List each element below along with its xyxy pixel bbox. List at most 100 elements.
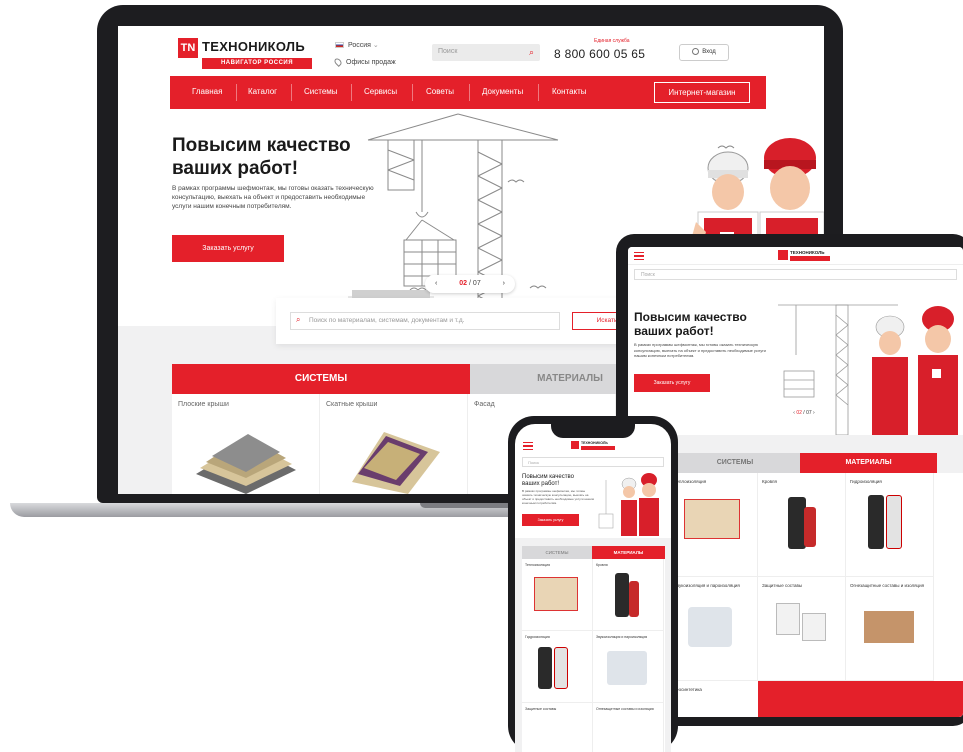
material-card[interactable]: Кровля bbox=[758, 473, 846, 577]
tablet-logo-mark[interactable] bbox=[778, 250, 788, 260]
menu-icon[interactable] bbox=[523, 442, 533, 450]
logo-mark[interactable]: TN bbox=[178, 38, 198, 58]
online-shop-button[interactable]: Интернет-магазин bbox=[654, 82, 750, 103]
region-selector[interactable]: Россия ⌄ bbox=[335, 41, 379, 49]
material-card-title: Теплоизоляция bbox=[525, 563, 550, 567]
roll-image bbox=[538, 647, 552, 689]
nav-divider bbox=[351, 84, 352, 101]
system-card[interactable]: Плоские крыши bbox=[172, 394, 320, 494]
hero-slider-pager: ‹ 02 / 07 › bbox=[425, 275, 515, 293]
user-icon bbox=[692, 47, 700, 55]
search-icon: ⌕ bbox=[296, 315, 301, 324]
roll-image bbox=[804, 507, 816, 547]
offices-link[interactable]: Офисы продаж bbox=[333, 57, 396, 67]
material-card[interactable]: Защитные составы bbox=[758, 577, 846, 681]
system-card-title: Фасад bbox=[474, 401, 495, 408]
material-card[interactable]: Защитные составы bbox=[522, 703, 593, 752]
nav-item-contacts[interactable]: Контакты bbox=[552, 87, 587, 96]
search-placeholder: Поиск bbox=[438, 48, 458, 55]
bucket-image bbox=[776, 603, 800, 635]
catalog-search-input[interactable]: ⌕ Поиск по материалам, системам, докумен… bbox=[290, 312, 560, 330]
material-card-title: Кровля bbox=[596, 563, 608, 567]
tablet-order-button[interactable]: Заказать услугу bbox=[634, 374, 710, 392]
tab-systems[interactable]: СИСТЕМЫ bbox=[172, 364, 470, 394]
arrow-left-icon[interactable]: ‹ bbox=[435, 275, 437, 293]
hero-text: В рамках программы шефмонтаж, мы готовы … bbox=[172, 185, 374, 210]
laptop-notch bbox=[420, 503, 520, 508]
tablet-tab-systems[interactable]: СИСТЕМЫ bbox=[670, 453, 800, 473]
nav-item-services[interactable]: Сервисы bbox=[364, 87, 397, 96]
header-search-input[interactable]: Поиск ⌕ bbox=[432, 44, 540, 61]
material-card[interactable]: Теплоизоляция bbox=[670, 473, 758, 577]
tablet-search-input[interactable]: Поиск bbox=[634, 269, 957, 280]
login-button[interactable]: Вход bbox=[679, 44, 729, 61]
tablet-hero-text: В рамках программы шефмонтаж, мы готовы … bbox=[634, 342, 766, 358]
slide-current: 02 bbox=[459, 280, 468, 287]
material-card-title: Кровля bbox=[762, 479, 777, 484]
bucket-image bbox=[607, 651, 647, 685]
phone-hero-title: Повысим качество ваших работ! bbox=[522, 474, 574, 487]
material-card[interactable]: Гидроизоляция bbox=[522, 631, 593, 703]
russia-flag-icon bbox=[335, 42, 344, 49]
phone-number[interactable]: 8 800 600 05 65 bbox=[554, 47, 645, 61]
tablet-slider-pager: ‹ 02 / 07 › bbox=[780, 408, 828, 419]
logo-name[interactable]: ТЕХНОНИКОЛЬ bbox=[202, 39, 305, 54]
tablet-header: ТЕХНОНИКОЛЬ bbox=[628, 247, 963, 265]
nav-divider bbox=[412, 84, 413, 101]
tablet-materials-grid: Теплоизоляция Кровля Гидроизоляция Звуко… bbox=[670, 473, 963, 717]
phone-logo-mark[interactable] bbox=[571, 441, 579, 449]
nav-item-systems[interactable]: Системы bbox=[304, 87, 338, 96]
phone-search-input[interactable]: Поиск bbox=[522, 457, 664, 467]
phone-note: Единая служба bbox=[594, 38, 630, 44]
insulation-image bbox=[534, 577, 578, 611]
tablet-site: ТЕХНОНИКОЛЬ Поиск Повысим качество ваших… bbox=[628, 247, 963, 717]
phone-logo-name[interactable]: ТЕХНОНИКОЛЬ bbox=[581, 441, 608, 445]
material-card-title: Гидроизоляция bbox=[525, 635, 550, 639]
phone-order-button[interactable]: Заказать услугу bbox=[522, 514, 579, 526]
nav-item-catalog[interactable]: Каталог bbox=[248, 87, 277, 96]
order-service-button[interactable]: Заказать услугу bbox=[172, 235, 284, 262]
roll-image bbox=[868, 495, 884, 549]
material-card[interactable]: Огнезащитные составы и изоляция bbox=[846, 577, 934, 681]
material-card[interactable]: Огнезащитные составы и изоляция bbox=[593, 703, 664, 752]
pitched-roof-image bbox=[352, 432, 440, 494]
insulation-image bbox=[684, 499, 740, 539]
material-card[interactable]: Гидроизоляция bbox=[846, 473, 934, 577]
search-icon[interactable]: ⌕ bbox=[529, 47, 534, 58]
nav-divider bbox=[236, 84, 237, 101]
roll-image bbox=[886, 495, 902, 549]
hero-title: Повысим качество ваших работ! bbox=[172, 135, 351, 179]
nav-item-documents[interactable]: Документы bbox=[482, 87, 523, 96]
phone-tab-systems[interactable]: СИСТЕМЫ bbox=[522, 546, 592, 559]
roll-image bbox=[629, 581, 639, 617]
system-card-title: Плоские крыши bbox=[178, 401, 229, 408]
material-card-title: Звукоизоляция и пароизоляция bbox=[674, 583, 740, 588]
phone-site: ТЕХНОНИКОЛЬ Поиск Повысим качество ваших… bbox=[515, 424, 671, 752]
arrow-right-icon[interactable]: › bbox=[812, 410, 815, 416]
menu-icon[interactable] bbox=[634, 252, 644, 260]
offices-label: Офисы продаж bbox=[346, 58, 396, 66]
material-card[interactable]: Кровля bbox=[593, 559, 664, 631]
material-card-title: Теплоизоляция bbox=[674, 479, 707, 484]
phone-hero-text: В рамках программы шефмонтаж, мы готовы … bbox=[522, 489, 594, 505]
nav-divider bbox=[469, 84, 470, 101]
promo-block[interactable] bbox=[758, 681, 963, 717]
arrow-right-icon[interactable]: › bbox=[503, 275, 505, 293]
roll-image bbox=[554, 647, 568, 689]
tablet-logo-name[interactable]: ТЕХНОНИКОЛЬ bbox=[790, 250, 825, 255]
main-nav: Главная Каталог Системы Сервисы Советы Д… bbox=[170, 76, 766, 109]
bucket-image bbox=[802, 613, 826, 641]
material-card[interactable]: Звукоизоляция и пароизоляция bbox=[670, 577, 758, 681]
nav-item-home[interactable]: Главная bbox=[192, 87, 222, 96]
system-card[interactable]: Скатные крыши bbox=[320, 394, 468, 494]
geosynthetics-card[interactable]: Геосинтетика bbox=[670, 681, 760, 717]
nav-divider bbox=[538, 84, 539, 101]
nav-divider bbox=[291, 84, 292, 101]
phone-tab-materials[interactable]: МАТЕРИАЛЫ bbox=[592, 546, 665, 559]
tablet-tab-materials[interactable]: МАТЕРИАЛЫ bbox=[800, 453, 937, 473]
material-card[interactable]: Теплоизоляция bbox=[522, 559, 593, 631]
catalog-search-placeholder: Поиск по материалам, системам, документа… bbox=[309, 317, 465, 324]
nav-item-tips[interactable]: Советы bbox=[426, 87, 454, 96]
tablet-search-placeholder: Поиск bbox=[641, 272, 655, 278]
material-card[interactable]: Звукоизоляция и пароизоляция bbox=[593, 631, 664, 703]
